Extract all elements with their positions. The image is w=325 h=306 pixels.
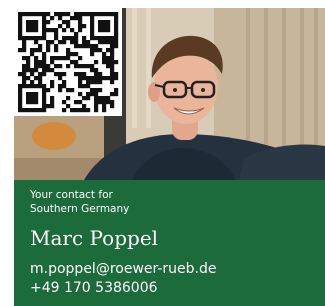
contact-card: Your contact for Southern Germany Marc P… — [14, 8, 325, 306]
contact-info-panel: Your contact for Southern Germany Marc P… — [14, 180, 325, 306]
contact-phone-link[interactable]: +49 170 5386006 — [30, 279, 158, 297]
contact-intro-line2: Southern Germany — [30, 203, 130, 215]
contact-intro: Your contact for Southern Germany — [30, 188, 129, 216]
contact-email-link[interactable]: m.poppel@roewer-rueb.de — [30, 260, 217, 278]
contact-name: Marc Poppel — [30, 226, 159, 250]
qr-code-icon — [14, 8, 122, 116]
contact-intro-line1: Your contact for — [30, 189, 113, 201]
contact-photo — [14, 8, 325, 180]
